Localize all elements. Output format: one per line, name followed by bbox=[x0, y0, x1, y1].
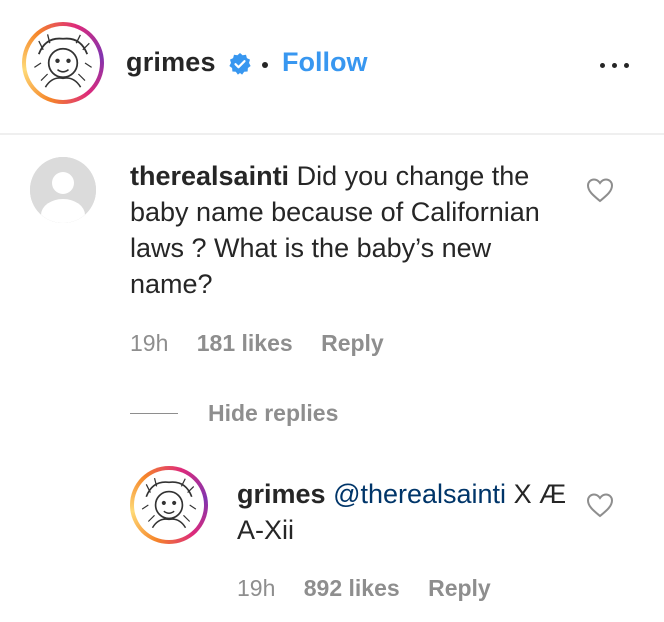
reply-like-heart-icon[interactable] bbox=[586, 492, 614, 518]
header-username[interactable]: grimes bbox=[126, 47, 216, 78]
reply-likes[interactable]: 892 likes bbox=[304, 575, 400, 601]
comment-like-heart-icon[interactable] bbox=[586, 177, 614, 203]
avatar-illustration-icon bbox=[30, 30, 96, 96]
reply-username[interactable]: grimes bbox=[237, 479, 326, 509]
verified-badge-icon bbox=[229, 53, 251, 75]
commenter-avatar[interactable] bbox=[30, 157, 96, 223]
reply-timestamp[interactable]: 19h bbox=[237, 575, 275, 601]
separator-dot bbox=[262, 62, 268, 68]
hide-replies-toggle[interactable]: Hide replies bbox=[130, 398, 338, 428]
comment-username[interactable]: therealsainti bbox=[130, 161, 289, 191]
reply-meta: 19h 892 likes Reply bbox=[237, 575, 513, 602]
reply-reply-button[interactable]: Reply bbox=[428, 575, 491, 601]
comment-likes[interactable]: 181 likes bbox=[197, 330, 293, 356]
profile-avatar[interactable] bbox=[22, 22, 104, 104]
reply-mention[interactable]: @therealsainti bbox=[333, 479, 506, 509]
post-header: grimes Follow bbox=[0, 0, 664, 135]
more-options-icon[interactable] bbox=[600, 58, 632, 72]
avatar-illustration-icon bbox=[138, 474, 200, 536]
reply-avatar[interactable] bbox=[130, 466, 208, 544]
follow-button[interactable]: Follow bbox=[282, 47, 367, 78]
hide-replies-divider bbox=[130, 412, 178, 414]
comment-timestamp[interactable]: 19h bbox=[130, 330, 168, 356]
post-comments-panel: grimes Follow therealsainti Did you chan… bbox=[0, 0, 664, 622]
comment-meta: 19h 181 likes Reply bbox=[130, 330, 406, 357]
hide-replies-label: Hide replies bbox=[208, 399, 339, 426]
comment-reply-button[interactable]: Reply bbox=[321, 330, 384, 356]
reply-body: grimes @therealsainti X Æ A-Xii bbox=[237, 476, 567, 548]
comment-body: therealsainti Did you change the baby na… bbox=[130, 158, 570, 302]
